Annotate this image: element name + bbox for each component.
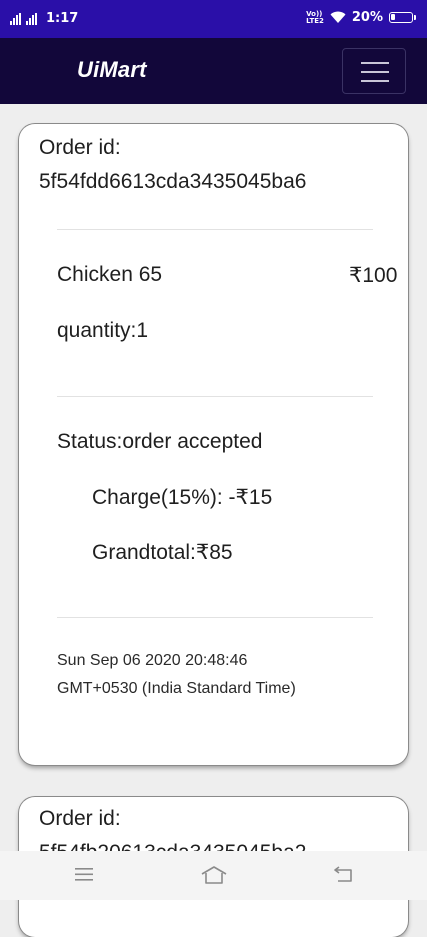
back-icon[interactable] [334,865,354,883]
divider [57,396,373,397]
battery-level [391,14,395,20]
order-grandtotal: Grandtotal:₹85 [92,541,233,564]
app-title: UiMart [77,57,147,82]
navigation-bar [0,851,427,900]
sim-signal-icon [10,12,37,25]
item-name: Chicken 65 [57,263,163,286]
app-bar: UiMart [0,38,427,104]
order-card: Order id: 5f54fdd6613cda3435045ba6 Chick… [19,124,408,765]
order-timezone: GMT+0530 (India Standard Time) [57,680,296,697]
divider [57,229,373,230]
order-id-label: Order id: [39,136,121,159]
item-quantity: quantity:1 [57,319,149,342]
order-id-value: 5f54fdd6613cda3435045ba6 [39,170,307,193]
wifi-icon [330,11,346,23]
item-price: ₹100 [349,264,398,287]
order-date: Sun Sep 06 2020 20:48:46 [57,652,248,669]
order-status: Status:order accepted [57,430,263,453]
home-icon[interactable] [200,865,228,885]
order-id-label: Order id: [39,807,121,830]
volte-label: Vo)) LTE2 [306,9,324,25]
status-bar-right: Vo)) LTE2 20% [306,9,416,25]
battery-icon [389,12,416,23]
status-time: 1:17 [46,11,79,26]
order-charge: Charge(15%): -₹15 [92,486,273,509]
menu-button[interactable] [342,48,406,94]
status-bar-left: 1:17 [10,11,78,26]
recent-apps-icon[interactable] [74,865,94,883]
status-bar: 1:17 Vo)) LTE2 20% [0,0,427,38]
divider [57,617,373,618]
battery-percent: 20% [351,10,383,25]
